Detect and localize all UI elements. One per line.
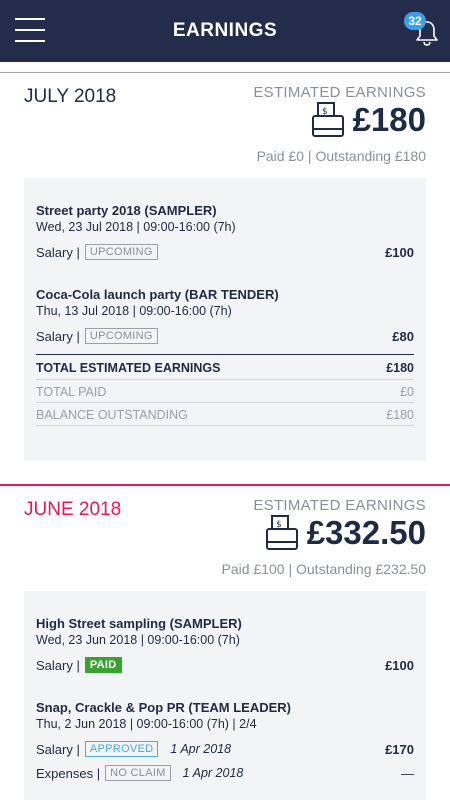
total-value: £180 — [386, 361, 414, 375]
job-title: Snap, Crackle & Pop PR (TEAM LEADER) — [36, 700, 291, 715]
salary-label: Salary | — [36, 328, 80, 344]
estimated-amount: £332.50 — [306, 514, 426, 551]
page-title: EARNINGS — [172, 20, 278, 41]
balance-label: BALANCE OUTSTANDING — [36, 408, 188, 422]
month-section-june: JUNE 2018 ESTIMATED EARNINGS $ £332.50 P… — [0, 484, 450, 800]
job-amount: £170 — [385, 742, 414, 757]
job-date: Wed, 23 Jul 2018 | 09:00-16:00 (7h) — [36, 220, 236, 234]
expenses-date: 1 Apr 2018 — [182, 766, 244, 780]
month-section-july: JULY 2018 ESTIMATED EARNINGS $ £180 Paid… — [0, 72, 450, 461]
expenses-label: Expenses | — [36, 765, 101, 781]
job-item[interactable]: Coca-Cola launch party (BAR TENDER) Thu,… — [36, 287, 414, 347]
earnings-card: Street party 2018 (SAMPLER) Wed, 23 Jul … — [24, 178, 426, 461]
job-title: Street party 2018 (SAMPLER) — [36, 203, 217, 218]
divider — [36, 425, 414, 426]
job-item[interactable]: Snap, Crackle & Pop PR (TEAM LEADER) Thu… — [36, 700, 414, 795]
salary-label: Salary | — [36, 741, 80, 757]
job-amount: £100 — [385, 658, 414, 673]
job-date: Wed, 23 Jun 2018 | 09:00-16:00 (7h) — [36, 633, 240, 647]
expenses-amount: — — [401, 766, 414, 781]
balance-value: £180 — [386, 408, 414, 422]
notification-count-badge: 32 — [404, 12, 426, 30]
estimated-earnings-label: ESTIMATED EARNINGS — [253, 497, 426, 514]
divider — [36, 379, 414, 380]
job-date: Thu, 2 Jun 2018 | 09:00-16:00 (7h) | 2/4 — [36, 717, 257, 731]
job-amount: £100 — [385, 245, 414, 260]
status-badge: UPCOMING — [84, 328, 158, 344]
job-item[interactable]: High Street sampling (SAMPLER) Wed, 23 J… — [36, 616, 414, 676]
salary-label: Salary | — [36, 657, 80, 673]
cash-register-icon: $ — [311, 102, 344, 137]
status-badge: UPCOMING — [84, 244, 158, 260]
salary-line: Salary | APPROVED 1 Apr 2018 — [36, 741, 231, 757]
divider — [36, 402, 414, 403]
paid-outstanding-summary: Paid £100 | Outstanding £232.50 — [221, 561, 426, 577]
expenses-status-badge: NO CLAIM — [105, 765, 171, 781]
salary-line: Salary | PAID — [36, 657, 122, 673]
job-date: Thu, 13 Jul 2018 | 09:00-16:00 (7h) — [36, 304, 232, 318]
paid-label: TOTAL PAID — [36, 385, 107, 399]
month-title: JULY 2018 — [24, 86, 117, 107]
status-badge: APPROVED — [84, 741, 159, 757]
paid-value: £0 — [400, 385, 414, 399]
estimated-amount-row: $ £180 — [311, 101, 426, 139]
month-title: JUNE 2018 — [24, 499, 122, 520]
estimated-amount: £180 — [352, 101, 426, 138]
paid-outstanding-summary: Paid £0 | Outstanding £180 — [256, 148, 426, 164]
total-label: TOTAL ESTIMATED EARNINGS — [36, 361, 221, 375]
salary-label: Salary | — [36, 244, 80, 260]
job-title: High Street sampling (SAMPLER) — [36, 616, 242, 631]
estimated-earnings-label: ESTIMATED EARNINGS — [253, 84, 426, 101]
expenses-line: Expenses | NO CLAIM 1 Apr 2018 — [36, 765, 243, 781]
job-amount: £80 — [392, 329, 414, 344]
cash-register-icon: $ — [265, 515, 298, 550]
status-badge: PAID — [84, 657, 122, 673]
salary-line: Salary | UPCOMING — [36, 244, 158, 260]
estimated-amount-row: $ £332.50 — [265, 514, 426, 552]
job-item[interactable]: Street party 2018 (SAMPLER) Wed, 23 Jul … — [36, 203, 414, 263]
top-bar: EARNINGS 32 — [0, 0, 450, 62]
job-title: Coca-Cola launch party (BAR TENDER) — [36, 287, 279, 302]
salary-line: Salary | UPCOMING — [36, 328, 158, 344]
earnings-card: High Street sampling (SAMPLER) Wed, 23 J… — [24, 591, 426, 800]
notifications-button[interactable]: 32 — [404, 12, 443, 48]
divider — [36, 354, 414, 355]
status-date: 1 Apr 2018 — [170, 742, 232, 756]
